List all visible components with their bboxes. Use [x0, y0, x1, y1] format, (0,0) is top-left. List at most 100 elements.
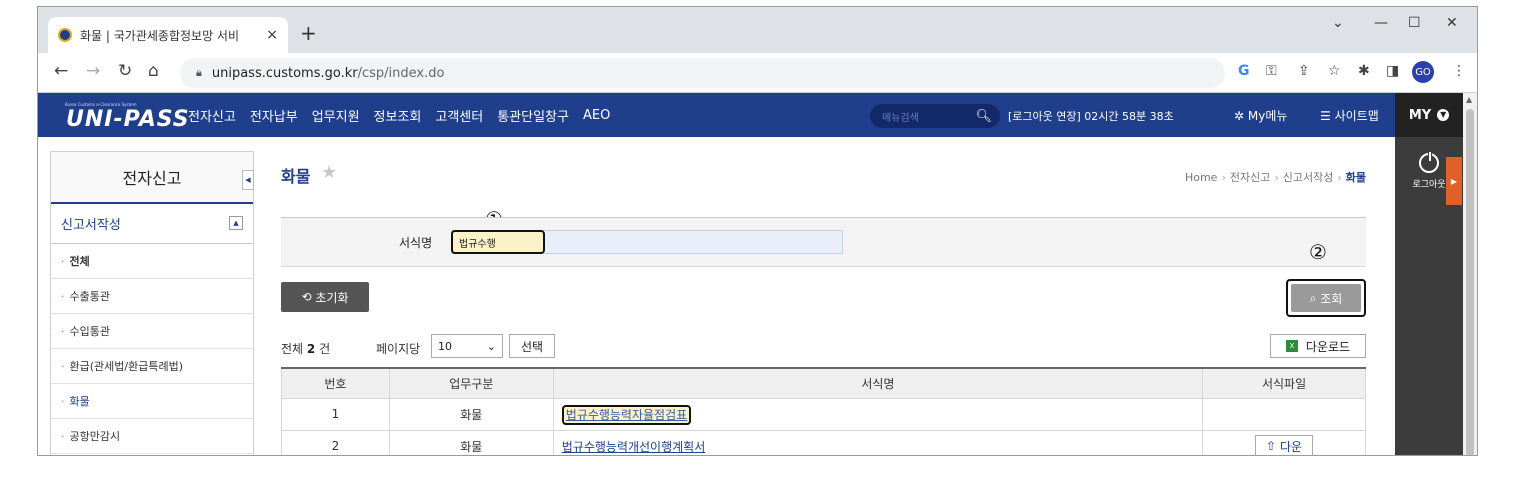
sidebar-item-label: 공항만감시 — [69, 430, 121, 443]
row-number: 1 — [281, 397, 390, 431]
menu-item-business-support[interactable]: 업무지원 — [312, 106, 360, 125]
per-page-value: 10 — [438, 339, 452, 353]
tab-strip: 화물 | 국가관세종합정보망 서비 × + ⌄ — ☐ ✕ — [38, 7, 1477, 53]
sidebar-item-label: 환급(관세법/환급특례법) — [69, 360, 184, 373]
breadcrumb-current: 화물 — [1345, 171, 1366, 184]
share-icon[interactable]: ⇪ — [1298, 63, 1310, 79]
scroll-up-icon[interactable]: ▲ — [1466, 95, 1472, 104]
sidebar-item-export[interactable]: · 수출통관 — [51, 279, 253, 314]
sitemap-link[interactable]: ☰ 사이트맵 — [1320, 107, 1379, 124]
tab-title: 화물 | 국가관세종합정보망 서비 — [80, 28, 240, 43]
maximize-icon[interactable]: ☐ — [1408, 15, 1421, 31]
close-tab-icon[interactable]: × — [266, 27, 278, 43]
breadcrumb-form-writing[interactable]: 신고서작성 — [1283, 171, 1334, 184]
row-category: 화물 — [388, 397, 554, 431]
site-header: Korea Customs e-Clearance System UNI-PAS… — [38, 93, 1395, 137]
query-button[interactable]: ⌕ 조회 — [1291, 284, 1361, 312]
my-panel-toggle[interactable]: MY ▼ — [1395, 93, 1463, 137]
reload-icon[interactable]: ↻ — [118, 61, 132, 81]
bullet-icon: · — [61, 359, 65, 373]
minimize-icon[interactable]: — — [1374, 15, 1388, 31]
row-number: 2 — [281, 429, 390, 455]
key-icon[interactable]: ⚿ — [1266, 63, 1277, 79]
more-menu-icon[interactable]: ⋮ — [1452, 63, 1466, 79]
breadcrumb-home[interactable]: Home — [1185, 171, 1217, 184]
page-scrollbar[interactable]: ▲ — [1463, 93, 1477, 455]
download-button[interactable]: X 다운로드 — [1270, 334, 1366, 358]
new-tab-button[interactable]: + — [300, 21, 317, 45]
close-window-icon[interactable]: ✕ — [1446, 15, 1458, 31]
column-header: 서식파일 — [1202, 367, 1366, 399]
search-panel: 서식명 법규수행 ② — [281, 217, 1366, 267]
sidebar-item-cargo[interactable]: · 화물 — [51, 384, 253, 419]
profile-avatar[interactable]: GO — [1412, 61, 1434, 83]
left-sidebar: 전자신고 ◀ 신고서작성 ▲ · 전체 · 수출통관 · 수입통관 · 환급(관세법/환… — [50, 151, 254, 455]
google-icon[interactable]: G — [1238, 63, 1250, 79]
hamburger-icon: ☰ — [1320, 109, 1331, 123]
bullet-icon: · — [61, 324, 65, 338]
forms-table: 번호 업무구분 서식명 서식파일 1 화물 법규수행능력자율점검표 2 화물 법… — [281, 367, 1366, 455]
menu-item-e-declaration[interactable]: 전자신고 — [188, 106, 236, 125]
breadcrumb-e-declaration[interactable]: 전자신고 — [1230, 171, 1270, 184]
breadcrumb: Home › 전자신고 › 신고서작성 › 화물 — [1184, 171, 1366, 184]
bullet-icon: · — [61, 254, 65, 268]
back-icon[interactable]: ← — [54, 61, 68, 81]
menu-item-info-lookup[interactable]: 정보조회 — [374, 106, 422, 125]
quick-panel-expand-tab[interactable]: ▶ — [1446, 157, 1462, 205]
address-bar[interactable]: 🔒︎ unipass.customs.go.kr/csp/index.do — [180, 58, 1225, 88]
select-button[interactable]: 선택 — [509, 334, 555, 358]
sidebar-item-all[interactable]: · 전체 — [51, 244, 253, 279]
url-host: unipass.customs.go.kr — [211, 65, 358, 81]
side-panel-icon[interactable]: ◨ — [1386, 63, 1399, 79]
extensions-icon[interactable]: ✱ — [1358, 63, 1370, 79]
main-menu: 전자신고 전자납부 업무지원 정보조회 고객센터 통관단일창구 AEO — [188, 93, 624, 137]
per-page-label: 페이지당 — [376, 342, 421, 356]
search-icon: ⌕ — [1309, 290, 1317, 305]
download-label: 다운로드 — [1305, 339, 1351, 354]
address-toolbar: ← → ↻ ⌂ 🔒︎ unipass.customs.go.kr/csp/ind… — [38, 53, 1477, 93]
logout-extend-timer[interactable]: [로그아웃 연장] 02시간 58분 38초 — [1008, 108, 1174, 124]
reset-button[interactable]: ⟲ 초기화 — [281, 282, 369, 312]
menu-item-aeo[interactable]: AEO — [583, 108, 610, 123]
menu-item-e-payment[interactable]: 전자납부 — [250, 106, 298, 125]
sidebar-title-text: 전자신고 — [122, 169, 182, 188]
home-icon[interactable]: ⌂ — [148, 61, 159, 81]
search-icon[interactable]: 🔍︎ — [975, 109, 992, 124]
table-row: 2 화물 법규수행능력개선이행계획서 ⇧ 다운 — [281, 429, 1366, 455]
bookmark-star-icon[interactable]: ☆ — [1328, 63, 1341, 79]
file-download-button[interactable]: ⇧ 다운 — [1255, 435, 1314, 455]
sidebar-item-port-surveillance[interactable]: · 공항만감시 — [51, 419, 253, 454]
sidebar-item-label: 화물 — [69, 395, 90, 408]
menu-item-single-window[interactable]: 통관단일창구 — [497, 106, 569, 125]
power-icon — [1419, 151, 1439, 173]
menu-search-input[interactable]: 메뉴검색 🔍︎ — [870, 104, 1000, 128]
per-page-select[interactable]: 10 ⌄ — [431, 334, 503, 358]
bullet-icon: · — [61, 429, 65, 443]
chevron-down-icon: ⌄ — [486, 339, 496, 353]
total-suffix: 건 — [319, 342, 331, 356]
forward-icon[interactable]: → — [86, 61, 100, 81]
annotation-marker-2: ② — [1309, 240, 1327, 264]
total-count: 전체 2 건 — [281, 340, 330, 357]
sidebar-item-import[interactable]: · 수입통관 — [51, 314, 253, 349]
favorite-star-icon[interactable]: ★ — [321, 162, 337, 183]
scrollbar-thumb[interactable] — [1466, 109, 1474, 455]
form-name-label: 서식명 — [399, 236, 433, 250]
form-name-link[interactable]: 법규수행능력개선이행계획서 — [562, 440, 706, 454]
column-header: 번호 — [281, 367, 390, 399]
browser-tab[interactable]: 화물 | 국가관세종합정보망 서비 × — [48, 17, 288, 53]
sidebar-section-form-writing[interactable]: 신고서작성 ▲ — [51, 204, 253, 244]
tab-search-chevron-icon[interactable]: ⌄ — [1332, 15, 1344, 31]
collapse-up-icon[interactable]: ▲ — [229, 216, 243, 230]
sidebar-collapse-icon[interactable]: ◀ — [242, 170, 254, 190]
sidebar-item-refund[interactable]: · 환급(관세법/환급특례법) — [51, 349, 253, 384]
menu-item-customer-center[interactable]: 고객센터 — [435, 106, 483, 125]
unipass-logo[interactable]: UNI-PASS — [66, 107, 190, 132]
my-menu-link[interactable]: ✲ My메뉴 — [1234, 107, 1287, 124]
upload-tray-icon: ⇧ — [1266, 439, 1277, 453]
form-name-input[interactable] — [451, 230, 843, 254]
gear-icon: ✲ — [1234, 109, 1245, 123]
total-number: 2 — [306, 342, 316, 356]
form-name-link[interactable]: 법규수행능력자율점검표 — [561, 404, 692, 425]
row-category: 화물 — [388, 429, 554, 455]
